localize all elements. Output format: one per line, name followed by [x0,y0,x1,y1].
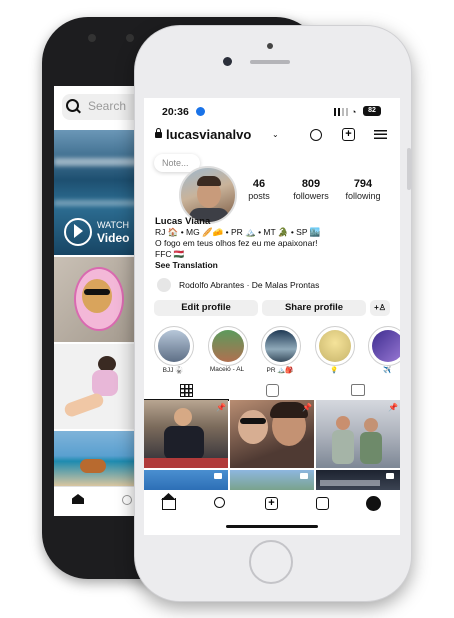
search-icon-handle [76,108,81,114]
highlight-pr[interactable] [261,326,301,366]
post-bjj[interactable]: 📌 [144,400,228,468]
highlight-pr-label: PR 🏔️🎒 [266,367,294,374]
see-translation-link[interactable]: See Translation [155,260,218,270]
chevron-down-icon[interactable]: ⌄ [272,130,279,139]
pin-icon: 📌 [216,403,226,412]
highlight-idea[interactable] [315,326,355,366]
highlight-maceio[interactable] [208,326,248,366]
back-phone-camera-2 [126,34,134,42]
tagged-icon[interactable] [351,384,365,396]
pin-icon: 📌 [388,403,398,412]
wifi-icon: ◔ [351,107,357,117]
reel-icon [386,473,394,479]
bio-line-2: O fogo em teus olhos fez eu me apaixonar… [155,238,318,248]
followers-count[interactable]: 809 [286,178,336,190]
home-indicator [226,525,318,528]
edit-profile-button[interactable]: Edit profile [154,300,258,316]
front-phone-speaker [267,43,273,49]
mutual-followers[interactable]: Rodolfo Abrantes · De Malas Prontas [179,280,319,290]
following-label: following [345,191,381,201]
note-text: Note... [162,158,189,168]
highlight-travel[interactable] [368,326,400,366]
front-phone-side-button [407,148,411,190]
reels-icon[interactable] [266,384,279,397]
home-roof [161,493,176,500]
highlight-maceio-label: Maceió - AL [209,366,245,373]
search-icon[interactable] [122,495,132,505]
create-icon[interactable]: + [265,497,278,510]
reels-icon[interactable] [316,497,329,510]
post-beach[interactable] [144,470,228,490]
bottom-nav: + [144,492,400,535]
profile-icon[interactable] [366,496,381,511]
pin-icon: 📌 [302,403,312,412]
threads-icon[interactable] [310,129,322,141]
play-triangle-icon [74,224,83,238]
post-street[interactable] [316,470,400,490]
post-landscape[interactable] [230,470,314,490]
location-arrow-icon [196,107,205,116]
add-person-icon[interactable]: +♙ [370,300,390,316]
highlight-travel-label: ✈️ [382,367,392,374]
profile-name: Lucas Viana [155,216,211,227]
posts-label: posts [248,191,270,201]
reel-icon [300,473,308,479]
following-count[interactable]: 794 [338,178,388,190]
posts-count[interactable]: 46 [234,178,284,190]
highlight-idea-label: 💡 [329,367,339,374]
username[interactable]: lucasvianalvo [166,127,251,142]
tab-bar [144,380,400,401]
highlight-bjj-label: BJJ 🥋 [162,367,184,374]
menu-icon[interactable] [374,130,387,139]
post-couple[interactable]: 📌 [230,400,314,468]
post-group[interactable]: 📌 [316,400,400,468]
status-time: 20:36 [162,106,189,118]
instagram-profile-screen: 20:36 ◔ 82 lucasvianalvo ⌄ + Note... 46 … [144,98,400,535]
create-icon[interactable]: + [342,128,355,141]
reel-icon [214,473,222,479]
front-phone-camera [223,57,232,66]
mutual-avatar [157,278,171,292]
bio-line-3: FFC 🇭🇺 [155,249,185,259]
grid-icon[interactable] [180,384,193,397]
lock-icon-shackle [156,128,161,133]
signal-icon [334,108,348,116]
share-profile-button[interactable]: Share profile [262,300,366,316]
followers-label: followers [293,191,329,201]
watch-label: WATCH [97,220,129,230]
video-label: Video [97,231,130,245]
battery-icon: 82 [363,106,381,116]
search-icon[interactable] [214,497,225,508]
bio-line-1: RJ 🏠 • MG 🥖🧀 • PR 🏔️ • MT 🐊 • SP 🏙️ [155,227,321,237]
back-phone-camera [88,34,96,42]
front-phone-earpiece [250,60,290,64]
home-button[interactable] [249,540,293,584]
highlight-bjj[interactable] [154,326,194,366]
search-placeholder: Search [88,99,127,113]
